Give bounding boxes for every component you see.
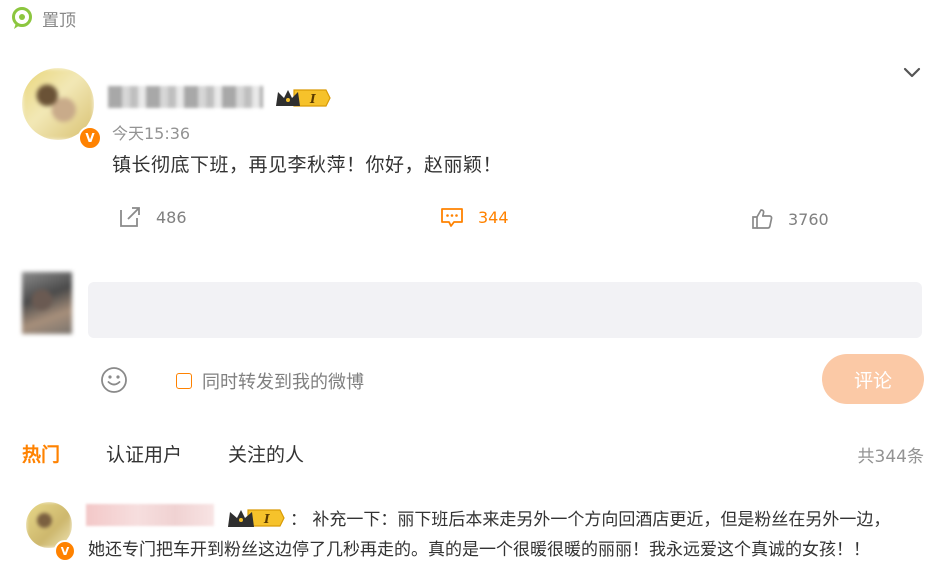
pinned-label: 置顶	[10, 6, 76, 31]
tab-verified-users[interactable]: 认证用户	[106, 440, 182, 467]
post-time: 今天15:36	[112, 124, 191, 143]
like-icon	[752, 209, 773, 229]
submit-comment-button[interactable]: 评论	[822, 354, 924, 404]
sync-repost-label: 同时转发到我的微博	[202, 372, 364, 393]
tab-hot[interactable]: 热门	[22, 440, 60, 467]
comment-total: 共344条	[857, 447, 924, 467]
chevron-down-icon[interactable]	[902, 64, 922, 80]
verified-badge-icon: V	[78, 126, 102, 150]
pin-icon	[12, 6, 32, 29]
comment-text-line-1: ： 补充一下：丽下班后本来走另外一个方向回酒店更近，但是粉丝在另外一边，	[290, 510, 891, 530]
repost-button[interactable]: 486	[118, 205, 187, 229]
comment-text-line-2: 她还专门把车开到粉丝这边停了几秒再走的。真的是一个很暖很暖的丽丽！我永远爱这个真…	[88, 540, 870, 560]
post-content: 镇长彻底下班，再见李秋萍！你好，赵丽颖！	[112, 154, 503, 176]
author-name-redacted[interactable]	[108, 86, 263, 108]
crown-level-badge-icon[interactable]: I	[274, 86, 332, 110]
repost-count: 486	[156, 207, 187, 227]
svg-text:I: I	[263, 512, 270, 526]
like-count: 3760	[788, 209, 829, 229]
sync-repost-option[interactable]: 同时转发到我的微博	[176, 368, 364, 394]
comment-icon	[441, 208, 463, 227]
sync-repost-checkbox[interactable]	[176, 373, 192, 389]
verified-badge-icon: V	[54, 540, 76, 562]
svg-text:I: I	[309, 92, 316, 106]
emoji-icon[interactable]	[100, 366, 128, 394]
current-user-avatar	[22, 272, 72, 334]
tab-following[interactable]: 关注的人	[228, 440, 304, 467]
comment-input[interactable]	[88, 282, 922, 338]
pinned-text: 置顶	[42, 11, 76, 31]
repost-icon	[120, 207, 140, 227]
comment-count: 344	[478, 207, 509, 227]
comment-button[interactable]: 344	[440, 205, 509, 229]
commenter-name-redacted[interactable]	[86, 504, 214, 526]
comment-filter-tabs: 热门 认证用户 关注的人	[22, 440, 304, 467]
like-button[interactable]: 3760	[750, 207, 829, 231]
crown-level-badge-icon[interactable]: I	[226, 506, 286, 530]
